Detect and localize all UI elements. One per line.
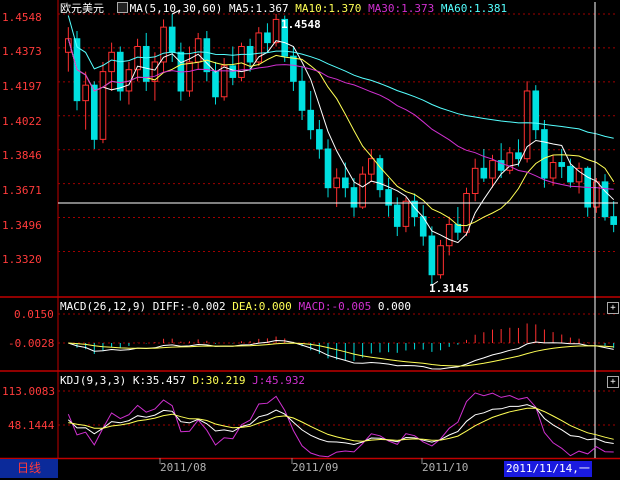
kdj-header: KDJ(9,3,3) K:35.457 D:30.219 J:45.932 xyxy=(60,374,305,387)
x-date-label: 2011/10 xyxy=(422,461,469,474)
x-date-label: 2011/09 xyxy=(292,461,339,474)
candle-body xyxy=(229,65,237,78)
kdj-k: K:35.457 xyxy=(132,374,186,387)
candle-body xyxy=(116,51,124,92)
y-tick-label: 1.3671 xyxy=(2,184,42,197)
macd-title: MACD(26,12,9) xyxy=(60,300,147,313)
y-tick-label: 1.3846 xyxy=(2,149,42,162)
candle-body xyxy=(575,167,583,183)
candle-body xyxy=(471,167,479,194)
candle-body xyxy=(142,45,150,82)
kdj-y-tick-label: 48.1444 xyxy=(8,419,55,432)
high-price-annotation: 1.4548 xyxy=(281,18,321,31)
macd-dea: DEA:0.000 xyxy=(232,300,292,313)
main-header: 欧元美元 MA(5,10,30,60) MA5:1.367 MA10:1.370… xyxy=(60,2,507,15)
candle-body xyxy=(99,71,107,140)
candle-body xyxy=(567,165,574,183)
candle-body xyxy=(307,109,315,131)
candle-body xyxy=(342,177,349,189)
candle-body xyxy=(411,200,418,218)
candle-body xyxy=(350,187,358,208)
x-date-label: 2011/08 xyxy=(160,461,207,474)
candle-body xyxy=(272,18,280,44)
candle-body xyxy=(480,167,488,179)
macd-y-tick-label: 0.0150 xyxy=(14,308,54,321)
candle-body xyxy=(463,192,470,233)
kdj-d-line xyxy=(68,407,614,442)
candle-body xyxy=(168,26,176,53)
candle-body xyxy=(437,245,444,276)
ma-label: MA(5,10,30,60) xyxy=(129,2,223,15)
candle-body xyxy=(445,223,453,247)
y-tick-label: 1.4022 xyxy=(2,115,42,128)
y-tick-label: 1.4373 xyxy=(2,45,42,58)
candle-body xyxy=(402,200,410,227)
candle-body xyxy=(194,38,202,63)
ma30-value: MA30:1.373 xyxy=(368,2,435,15)
cursor-date-readout: 2011/11/14,一 xyxy=(504,461,592,477)
candle-body xyxy=(108,51,115,73)
macd-macd: MACD:-0.005 xyxy=(298,300,372,313)
y-tick-label: 1.3320 xyxy=(2,253,42,266)
candle-body xyxy=(549,162,557,179)
macd-extra: 0.000 xyxy=(377,300,412,313)
kdj-j-line xyxy=(67,392,614,458)
low-price-annotation: 1.3145 xyxy=(429,282,469,295)
candle-body xyxy=(264,32,271,44)
candle-body xyxy=(428,235,436,276)
candle-body xyxy=(333,177,340,189)
kdj-expand-button[interactable]: + xyxy=(607,376,619,388)
ma10-line xyxy=(67,38,615,227)
kdj-y-tick-label: 113.0083 xyxy=(2,385,55,398)
candle-body xyxy=(298,80,306,111)
candle-body xyxy=(324,148,332,189)
candle-body xyxy=(541,129,548,179)
macd-diff: DIFF:-0.002 xyxy=(152,300,226,313)
candle-body xyxy=(610,216,617,225)
ma-indicator-icon[interactable] xyxy=(116,2,128,13)
y-tick-label: 1.4548 xyxy=(2,11,42,24)
candle-body xyxy=(82,84,89,102)
macd-y-tick-label: -0.0028 xyxy=(8,337,55,350)
candle-body xyxy=(376,158,384,191)
candle-body xyxy=(393,204,401,227)
kline-chart[interactable] xyxy=(0,0,620,480)
candle-body xyxy=(601,181,609,218)
candle-body xyxy=(359,173,366,208)
kdj-j: J:45.932 xyxy=(252,374,306,387)
candle-body xyxy=(90,84,98,140)
candle-body xyxy=(203,38,211,73)
candle-body xyxy=(367,158,375,175)
candle-body xyxy=(212,71,219,98)
candle-body xyxy=(515,152,522,160)
candle-body xyxy=(290,55,297,82)
ma30-line xyxy=(67,38,614,190)
period-tab-daily[interactable]: 日线 xyxy=(0,459,58,478)
candle-body xyxy=(558,162,566,167)
macd-dea-line xyxy=(68,342,614,367)
ma5-value: MA5:1.367 xyxy=(228,2,289,15)
ma10-value: MA10:1.370 xyxy=(295,2,362,15)
kdj-d: D:30.219 xyxy=(192,374,246,387)
macd-expand-button[interactable]: + xyxy=(607,302,619,314)
symbol-name: 欧元美元 xyxy=(60,2,104,15)
candle-body xyxy=(316,129,323,150)
ma60-value: MA60:1.381 xyxy=(440,2,508,15)
candle-body xyxy=(238,45,245,78)
macd-diff-line xyxy=(68,339,614,370)
candle-body xyxy=(523,90,531,160)
y-tick-label: 1.3496 xyxy=(2,219,42,232)
kdj-title: KDJ(9,3,3) xyxy=(60,374,127,387)
candle-body xyxy=(186,61,193,92)
y-tick-label: 1.4197 xyxy=(2,80,42,93)
candle-body xyxy=(489,160,496,179)
macd-header: MACD(26,12,9) DIFF:-0.002 DEA:0.000 MACD… xyxy=(60,300,411,313)
